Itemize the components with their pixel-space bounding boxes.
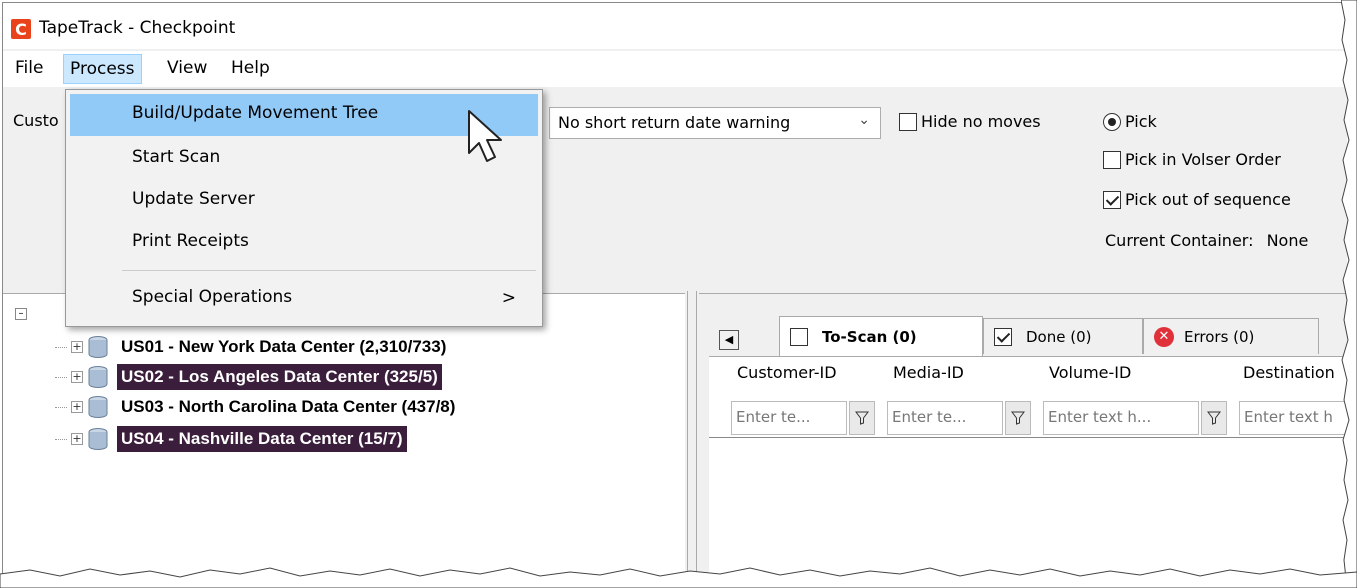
database-icon — [88, 366, 108, 389]
return-warning-value: No short return date warning — [558, 113, 791, 132]
column-header[interactable]: Volume-ID — [1049, 363, 1131, 382]
hide-no-moves-checkbox[interactable]: Hide no moves — [899, 111, 1041, 131]
movement-tree[interactable]: – + US01 - New York Data Center (2,310/7… — [3, 293, 685, 582]
tree-node[interactable]: + US01 - New York Data Center (2,310/733… — [55, 332, 450, 362]
menu-item-print-receipts[interactable]: Print Receipts — [70, 222, 538, 264]
expand-icon[interactable]: + — [71, 433, 83, 445]
menu-file[interactable]: File — [9, 54, 49, 84]
title-bar: C TapeTrack - Checkpoint — [3, 3, 1347, 49]
filter-input[interactable]: Enter te... — [887, 401, 1003, 435]
filter-icon[interactable] — [849, 401, 875, 435]
current-container-value: None — [1266, 231, 1309, 250]
customer-label: Custo — [13, 111, 59, 130]
menu-process[interactable]: Process — [63, 54, 142, 84]
app-logo-icon: C — [11, 19, 31, 39]
checkbox-checked-icon — [994, 327, 1012, 346]
pick-volser-label: Pick in Volser Order — [1125, 150, 1281, 169]
special-operations-label: Special Operations — [132, 287, 293, 307]
tab-errors-label: Errors (0) — [1184, 327, 1255, 346]
column-header[interactable]: Customer-ID — [737, 363, 837, 382]
current-container-label: Current Container: — [1105, 231, 1254, 250]
checkbox-icon — [899, 112, 917, 131]
tab-done-label: Done (0) — [1026, 327, 1092, 346]
tree-node[interactable]: + US02 - Los Angeles Data Center (325/5) — [55, 362, 442, 392]
menu-item-special-operations[interactable]: Special Operations > — [70, 278, 538, 320]
current-container: Current Container: None — [1105, 231, 1308, 250]
filter-icon[interactable] — [1005, 401, 1031, 435]
scan-pane: ◀ To-Scan (0) Done (0) ✕ Errors (0) Cust… — [699, 293, 1347, 582]
tab-to-scan[interactable]: To-Scan (0) — [779, 316, 983, 356]
filter-input[interactable]: Enter te... — [731, 401, 847, 435]
menu-separator — [122, 270, 536, 271]
checkbox-icon — [1103, 150, 1121, 169]
expand-icon[interactable]: + — [71, 371, 83, 383]
pane-splitter[interactable] — [685, 291, 699, 582]
error-icon: ✕ — [1154, 326, 1174, 347]
scan-grid: Customer-ID Media-ID Volume-ID Destinati… — [709, 356, 1347, 582]
expand-icon[interactable]: + — [71, 401, 83, 413]
radio-icon — [1103, 112, 1121, 131]
menu-help[interactable]: Help — [225, 54, 276, 84]
chevron-right-icon: > — [501, 288, 516, 308]
database-icon — [88, 396, 108, 419]
tab-errors[interactable]: ✕ Errors (0) — [1143, 318, 1319, 354]
collapse-icon[interactable]: – — [15, 308, 27, 320]
column-header[interactable]: Media-ID — [893, 363, 964, 382]
pick-label: Pick — [1125, 112, 1157, 131]
window-title: TapeTrack - Checkpoint — [39, 18, 236, 38]
app-window: C TapeTrack - Checkpoint File Process Vi… — [2, 2, 1347, 582]
pick-volser-checkbox[interactable]: Pick in Volser Order — [1103, 149, 1281, 169]
tree-node-label: US02 - Los Angeles Data Center (325/5) — [117, 364, 442, 390]
tab-scroll-left-button[interactable]: ◀ — [719, 330, 739, 350]
pick-radio[interactable]: Pick — [1103, 111, 1157, 131]
column-header[interactable]: Destination — [1243, 363, 1335, 382]
return-warning-select[interactable]: No short return date warning ⌄ — [549, 107, 881, 139]
filter-input[interactable]: Enter text h... — [1043, 401, 1199, 435]
chevron-down-icon: ⌄ — [858, 112, 870, 128]
torn-edge-bottom — [0, 567, 1357, 588]
checkbox-checked-icon — [1103, 190, 1121, 209]
menu-bar: File Process View Help — [3, 51, 1347, 87]
tree-node-label: US01 - New York Data Center (2,310/733) — [121, 337, 447, 356]
tree-node-label: US04 - Nashville Data Center (15/7) — [117, 426, 407, 452]
tree-node[interactable]: + US03 - North Carolina Data Center (437… — [55, 392, 459, 422]
torn-edge-right — [1341, 0, 1357, 588]
pick-out-of-sequence-checkbox[interactable]: Pick out of sequence — [1103, 189, 1291, 209]
database-icon — [88, 428, 108, 451]
tree-node-label: US03 - North Carolina Data Center (437/8… — [121, 397, 456, 416]
filter-input[interactable]: Enter text h — [1239, 401, 1347, 435]
database-icon — [88, 336, 108, 359]
tree-node[interactable]: + US04 - Nashville Data Center (15/7) — [55, 424, 407, 454]
mouse-cursor-icon — [468, 110, 502, 162]
checkbox-icon — [790, 327, 808, 346]
pick-out-of-sequence-label: Pick out of sequence — [1125, 190, 1291, 209]
tab-to-scan-label: To-Scan (0) — [822, 327, 917, 346]
tab-done[interactable]: Done (0) — [983, 318, 1143, 354]
expand-icon[interactable]: + — [71, 341, 83, 353]
hide-no-moves-label: Hide no moves — [921, 112, 1041, 131]
filter-icon[interactable] — [1201, 401, 1227, 435]
menu-item-update-server[interactable]: Update Server — [70, 180, 538, 222]
menu-view[interactable]: View — [161, 54, 213, 84]
